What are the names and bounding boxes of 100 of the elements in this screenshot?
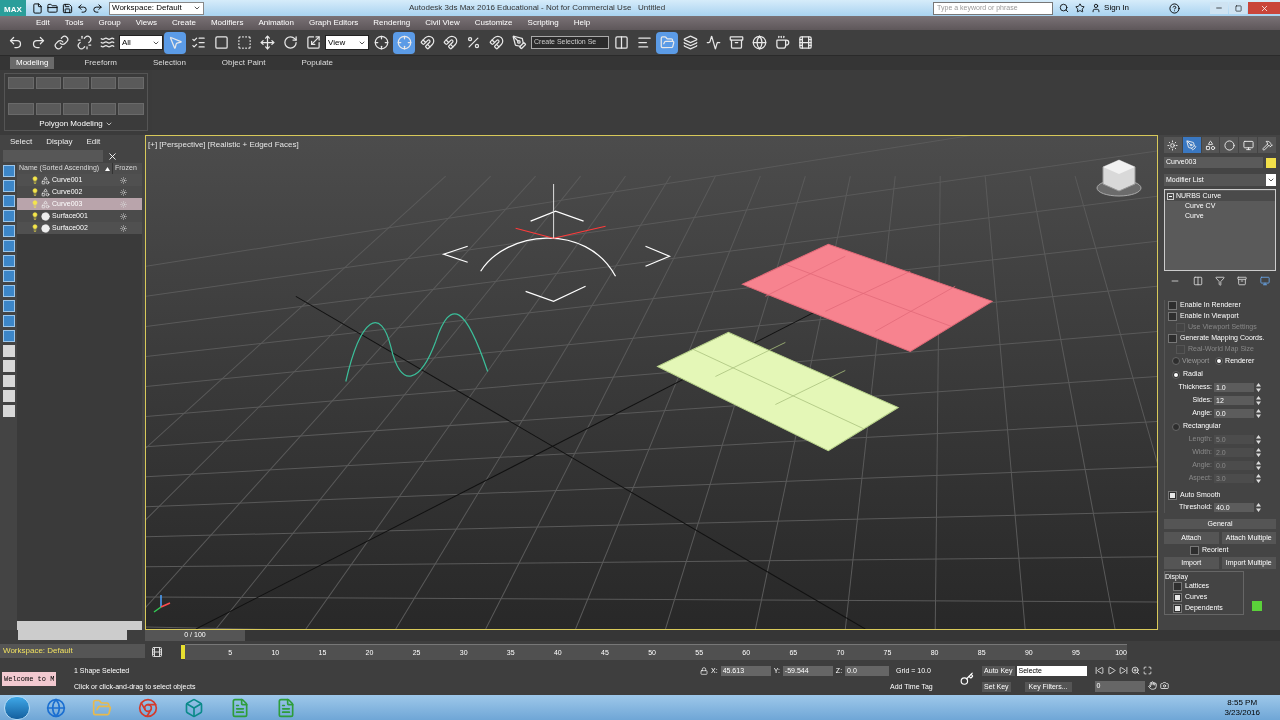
explorer-tool-icon[interactable] (2, 240, 15, 252)
folder-icon[interactable] (656, 31, 678, 54)
light-bulb-icon (31, 200, 39, 208)
skip-back-icon (1094, 666, 1104, 676)
pen-icon[interactable] (1182, 137, 1201, 153)
workspace-selector[interactable]: Workspace: Default (0, 644, 145, 658)
spinner-icon[interactable] (1256, 503, 1261, 512)
menu-item[interactable]: Help (573, 17, 591, 29)
coordinate-dropdown[interactable]: View (325, 35, 369, 50)
ribbon-tab[interactable]: Selection (146, 57, 192, 69)
browser-icon (46, 697, 66, 718)
bar-icon (1192, 276, 1203, 286)
explorer-tool-icon[interactable] (2, 360, 15, 372)
menu-item[interactable]: Views (135, 17, 157, 29)
radio-button[interactable] (1172, 357, 1180, 365)
sign-in-link[interactable]: Sign In (1104, 2, 1129, 14)
checkbox[interactable] (1168, 490, 1177, 500)
shape-icon (41, 199, 50, 209)
menu-item[interactable]: Graph Editors (308, 17, 359, 29)
checkbox[interactable] (1173, 604, 1182, 613)
close-icon (1259, 3, 1269, 13)
explorer-tool-icon[interactable] (2, 375, 15, 387)
new-file-icon (32, 2, 43, 14)
sun-icon[interactable] (1164, 137, 1182, 153)
radio-button[interactable] (1172, 422, 1180, 431)
checkbox[interactable] (1168, 311, 1177, 321)
light-bulb-icon (31, 176, 39, 184)
maximize-icon (1234, 4, 1242, 12)
collapse-icon[interactable] (1167, 192, 1174, 200)
viewport-label[interactable]: [+] [Perspective] [Realistic + Edged Faces] (148, 139, 299, 151)
explorer-scrollbar[interactable] (18, 630, 127, 640)
time-marker[interactable] (181, 645, 185, 659)
explorer-tool-icon[interactable] (2, 270, 15, 282)
checkbox[interactable] (1190, 545, 1199, 555)
explorer-tool-icon[interactable] (2, 210, 15, 222)
explorer-tool-icon[interactable] (2, 195, 15, 207)
spinner-icon[interactable] (1256, 461, 1261, 470)
panel-label[interactable]: Polygon Modeling (5, 118, 147, 130)
workspace-dropdown[interactable]: Workspace: Default (109, 1, 204, 15)
menu-item[interactable]: Group (98, 17, 121, 29)
color-swatch[interactable] (1266, 157, 1276, 168)
freeze-icon (120, 224, 127, 232)
zoom-icon (1130, 666, 1140, 676)
explorer-menu-item[interactable]: Edit (86, 136, 101, 148)
explorer-tool-icon[interactable] (2, 225, 15, 237)
clock-date[interactable]: 3/23/2016 (1224, 707, 1260, 718)
light-bulb-icon (31, 224, 39, 232)
menu-item[interactable]: Create (171, 17, 196, 29)
spinner-icon[interactable] (1256, 409, 1261, 418)
view-cube-icon[interactable] (1095, 158, 1143, 198)
key-icon (960, 672, 975, 686)
explorer-tool-icon[interactable] (2, 165, 15, 177)
explorer-scrollbar[interactable] (17, 621, 142, 630)
spinner-icon[interactable] (1256, 383, 1261, 392)
viewport[interactable]: [+] [Perspective] [Realistic + Edged Faces] (145, 135, 1158, 630)
menu-item[interactable]: Edit (36, 17, 50, 29)
checkbox[interactable] (1173, 593, 1182, 602)
ribbon-tab[interactable]: Populate (295, 57, 339, 69)
explorer-tool-icon[interactable] (2, 255, 15, 267)
explorer-tool-icon[interactable] (2, 315, 15, 327)
checkbox[interactable] (1168, 333, 1177, 343)
menu-item[interactable]: Rendering (373, 17, 411, 29)
spinner-icon[interactable] (1256, 448, 1261, 457)
spinner-icon[interactable] (1256, 396, 1261, 405)
explorer-tool-icon[interactable] (2, 405, 15, 417)
pointer-icon[interactable] (164, 31, 186, 54)
selection-filter-dropdown[interactable]: All (119, 35, 163, 50)
explorer-tool-icon[interactable] (2, 330, 15, 342)
start-button[interactable] (4, 695, 30, 720)
explorer-tool-icon[interactable] (2, 390, 15, 402)
explorer-tool-icon[interactable] (2, 345, 15, 357)
spinner-icon[interactable] (1256, 435, 1261, 444)
radio-button[interactable] (1172, 370, 1180, 379)
sort-arrow-icon[interactable] (105, 166, 110, 171)
explorer-tool-icon[interactable] (2, 180, 15, 192)
explorer-tool-icon[interactable] (2, 285, 15, 297)
monitor-icon[interactable] (1239, 137, 1258, 153)
ribbon-tab[interactable]: Object Paint (215, 57, 272, 69)
close-button[interactable] (1248, 2, 1280, 14)
explorer-tool-icon[interactable] (2, 300, 15, 312)
menu-item[interactable]: Civil View (425, 17, 460, 29)
checkbox[interactable] (1168, 300, 1177, 310)
freeze-icon (120, 212, 127, 220)
menu-item[interactable]: Customize (474, 17, 513, 29)
ribbon-tab[interactable]: Freeform (78, 57, 123, 69)
light-bulb-icon (31, 188, 39, 196)
spinner-icon[interactable] (1256, 474, 1261, 483)
menu-item[interactable]: Tools (64, 17, 84, 29)
funnel-icon (1214, 276, 1225, 286)
menu-item[interactable]: Animation (258, 17, 294, 29)
chrome-icon (138, 697, 158, 718)
clock-time[interactable]: 8:55 PM (1227, 697, 1258, 708)
hammer-icon[interactable] (1258, 137, 1276, 153)
explorer-menu-item[interactable]: Select (10, 136, 33, 148)
checkbox[interactable] (1173, 582, 1182, 591)
radio-button[interactable] (1215, 357, 1224, 365)
menu-item[interactable]: Scripting (527, 17, 559, 29)
ribbon-tab[interactable]: Modeling (10, 57, 55, 69)
explorer-menu-item[interactable]: Display (46, 136, 73, 148)
menu-item[interactable]: Modifiers (210, 17, 244, 29)
